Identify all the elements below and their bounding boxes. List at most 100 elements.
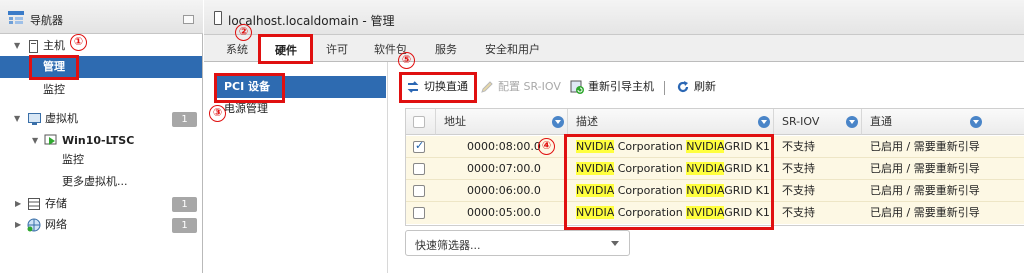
description-text: Corporation	[614, 184, 687, 197]
column-header-address[interactable]: 地址	[436, 109, 568, 135]
expand-arrow-icon[interactable]: ▼	[14, 35, 20, 57]
description-vendor-highlight: NVIDIA	[686, 162, 725, 175]
description-vendor-highlight: NVIDIA	[686, 184, 725, 197]
vm-powered-on-icon	[44, 134, 57, 145]
sriov-cell: 不支持	[782, 162, 815, 175]
row-checkbox[interactable]	[413, 185, 425, 197]
tree-item-vm-monitor[interactable]: 监控	[0, 149, 202, 171]
table-row[interactable]: 0000:06:00.0 NVIDIA Corporation NVIDIAGR…	[406, 180, 1024, 202]
host-icon	[29, 40, 38, 53]
description-text: Corporation	[614, 162, 687, 175]
description-model: GRID K1	[724, 162, 770, 175]
tab-licensing[interactable]: 许可	[326, 41, 348, 57]
toggle-passthrough-button[interactable]: 切换直通	[406, 74, 468, 100]
tree-item-label: 监控	[43, 83, 65, 96]
annotation-number-4: ④	[538, 138, 555, 155]
address-cell: 0000:08:00.0	[467, 140, 541, 153]
tree-item-manage[interactable]: 管理	[0, 56, 202, 78]
table-row[interactable]: 0000:05:00.0 NVIDIA Corporation NVIDIAGR…	[406, 202, 1024, 224]
configure-sriov-label: 配置 SR-IOV	[498, 80, 561, 93]
column-header-label: 地址	[444, 115, 466, 128]
description-vendor-highlight: NVIDIA	[686, 206, 725, 219]
hardware-subnav: PCI 设备 电源管理	[204, 62, 388, 273]
tab-system[interactable]: 系统	[226, 41, 248, 57]
description-text: Corporation	[614, 206, 687, 219]
description-cell: NVIDIA Corporation NVIDIAGRID K1	[576, 158, 770, 180]
tab-bar: 系统 硬件 许可 软件包 服务 安全和用户	[204, 35, 1024, 63]
description-cell: NVIDIA Corporation NVIDIAGRID K1	[576, 202, 770, 224]
select-all-header	[406, 109, 436, 135]
toolbar-divider	[664, 81, 665, 95]
row-checkbox[interactable]	[413, 139, 425, 153]
tree-item-label: 虚拟机	[45, 112, 78, 125]
reboot-host-icon	[570, 80, 584, 94]
tree-item-label: 网络	[45, 218, 67, 231]
column-header-description[interactable]: 描述	[568, 109, 774, 135]
passthrough-cell: 已启用 / 需要重新引导	[870, 140, 980, 153]
sriov-cell: 不支持	[782, 206, 815, 219]
pci-device-table: 地址 描述 SR-IOV 直通 0000:08:00.0 NVIDIA Corp…	[405, 108, 1024, 226]
storage-icon	[28, 198, 40, 210]
tree-item-network[interactable]: ▶ 网络 1	[0, 214, 202, 236]
tree-item-host[interactable]: ▼ 主机	[0, 35, 202, 57]
row-checkbox[interactable]	[413, 163, 425, 175]
reboot-host-button[interactable]: 重新引导主机	[570, 74, 654, 100]
column-header-label: SR-IOV	[782, 115, 820, 128]
annotation-number-5: ⑤	[398, 52, 415, 69]
description-model: GRID K1	[724, 184, 770, 197]
tree-item-more-vms[interactable]: 更多虚拟机...	[0, 171, 202, 193]
column-header-passthrough[interactable]: 直通	[862, 109, 1024, 135]
tree-item-vms[interactable]: ▼ 虚拟机 1	[0, 108, 202, 130]
main-header: localhost.localdomain - 管理	[204, 0, 1024, 35]
count-badge: 1	[172, 112, 197, 127]
page-title: localhost.localdomain - 管理	[228, 14, 395, 28]
description-model: GRID K1	[724, 206, 770, 219]
description-vendor-highlight: NVIDIA	[576, 162, 615, 175]
reboot-host-label: 重新引导主机	[588, 80, 654, 93]
quick-filter-dropdown[interactable]: 快速筛选器...	[405, 230, 630, 256]
description-text: Corporation	[614, 140, 687, 153]
tree-item-label: 主机	[43, 39, 65, 52]
expand-arrow-icon[interactable]: ▶	[15, 214, 21, 236]
sort-dropdown-icon[interactable]	[846, 116, 858, 128]
tree-item-storage[interactable]: ▶ 存储 1	[0, 193, 202, 215]
passthrough-cell: 已启用 / 需要重新引导	[870, 184, 980, 197]
expand-arrow-icon[interactable]: ▶	[15, 193, 21, 215]
table-row[interactable]: 0000:08:00.0 NVIDIA Corporation NVIDIAGR…	[406, 136, 1024, 158]
toggle-passthrough-label: 切换直通	[424, 80, 468, 93]
row-checkbox[interactable]	[413, 207, 425, 219]
address-cell: 0000:05:00.0	[467, 206, 541, 219]
passthrough-icon	[407, 81, 419, 93]
column-header-label: 直通	[870, 115, 892, 128]
table-row[interactable]: 0000:07:00.0 NVIDIA Corporation NVIDIAGR…	[406, 158, 1024, 180]
collapse-panel-icon[interactable]	[183, 15, 194, 24]
sriov-cell: 不支持	[782, 140, 815, 153]
address-cell: 0000:06:00.0	[467, 184, 541, 197]
description-vendor-highlight: NVIDIA	[576, 184, 615, 197]
count-badge: 1	[172, 218, 197, 233]
refresh-button[interactable]: 刷新	[676, 74, 716, 100]
description-cell: NVIDIA Corporation NVIDIAGRID K1	[576, 136, 770, 158]
sort-dropdown-icon[interactable]	[552, 116, 564, 128]
pencil-icon	[481, 81, 493, 93]
description-vendor-highlight: NVIDIA	[686, 140, 725, 153]
tree-item-label: 存储	[45, 197, 67, 210]
description-cell: NVIDIA Corporation NVIDIAGRID K1	[576, 180, 770, 202]
tree-item-monitor[interactable]: 监控	[0, 79, 202, 101]
navigator-title: 导航器	[30, 14, 63, 27]
column-header-label: 描述	[576, 115, 598, 128]
select-all-checkbox[interactable]	[413, 116, 425, 128]
subnav-pci-devices[interactable]: PCI 设备	[214, 76, 386, 98]
configure-sriov-button[interactable]: 配置 SR-IOV	[480, 74, 561, 100]
network-icon	[27, 218, 41, 232]
tree-item-label: 更多虚拟机...	[62, 175, 128, 188]
column-header-sriov[interactable]: SR-IOV	[774, 109, 862, 135]
subnav-power-management[interactable]: 电源管理	[214, 98, 386, 120]
sort-dropdown-icon[interactable]	[758, 116, 770, 128]
tab-hardware[interactable]: 硬件	[260, 35, 312, 63]
tab-security-users[interactable]: 安全和用户	[485, 41, 540, 57]
chevron-down-icon	[611, 241, 619, 246]
expand-arrow-icon[interactable]: ▼	[14, 108, 20, 130]
tab-services[interactable]: 服务	[435, 41, 457, 57]
sort-dropdown-icon[interactable]	[970, 116, 982, 128]
